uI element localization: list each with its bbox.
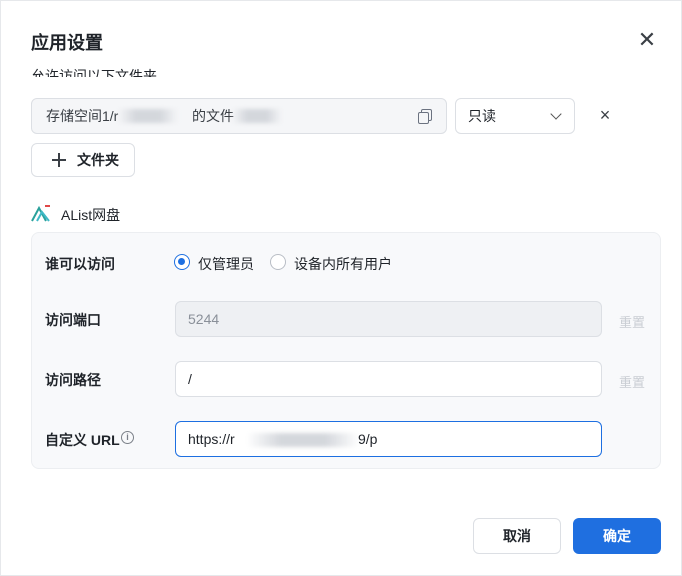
port-reset-button[interactable]: 重置 bbox=[619, 312, 645, 331]
copy-icon[interactable] bbox=[418, 109, 432, 124]
radio-all-users[interactable] bbox=[270, 254, 286, 270]
redacted-blur bbox=[232, 109, 282, 123]
url-value-suffix: 9/p bbox=[358, 431, 378, 447]
url-input[interactable]: https://r 9/p bbox=[175, 421, 602, 457]
path-reset-button[interactable]: 重置 bbox=[619, 372, 645, 391]
path-label: 访问路径 bbox=[45, 372, 101, 388]
plus-icon bbox=[52, 153, 66, 167]
port-input: 5244 bbox=[175, 301, 602, 337]
app-settings-dialog: 应用设置 ✕ 允许访问以下文件夹 存储空间1/r 的文件 只读 × 文件夹 AL… bbox=[0, 0, 682, 576]
cancel-button[interactable]: 取消 bbox=[473, 518, 561, 554]
ok-button[interactable]: 确定 bbox=[573, 518, 661, 554]
close-icon[interactable]: ✕ bbox=[635, 29, 659, 53]
folder-path-prefix: 存储空间1/r bbox=[46, 108, 119, 124]
url-label: 自定义 URL bbox=[45, 432, 120, 448]
alist-logo-icon bbox=[31, 205, 50, 222]
section-name: AList网盘 bbox=[61, 207, 121, 223]
permission-select[interactable]: 只读 bbox=[455, 98, 575, 134]
chevron-down-icon bbox=[550, 108, 562, 120]
folder-path-middle: 的文件 bbox=[192, 108, 234, 124]
port-label: 访问端口 bbox=[45, 312, 101, 328]
redacted-blur bbox=[118, 109, 178, 123]
info-icon[interactable]: i bbox=[121, 431, 134, 444]
permission-value: 只读 bbox=[468, 108, 496, 124]
folder-path-field: 存储空间1/r 的文件 bbox=[31, 98, 447, 134]
add-folder-button[interactable]: 文件夹 bbox=[31, 143, 135, 177]
url-value-prefix: https://r bbox=[188, 431, 235, 447]
add-folder-label: 文件夹 bbox=[77, 152, 119, 168]
radio-admin-only[interactable] bbox=[174, 254, 190, 270]
remove-folder-icon[interactable]: × bbox=[595, 105, 615, 125]
folder-section-label: 允许访问以下文件夹 bbox=[31, 68, 157, 77]
path-input[interactable]: / bbox=[175, 361, 602, 397]
radio-all-users-label: 设备内所有用户 bbox=[294, 256, 392, 272]
dialog-title: 应用设置 bbox=[31, 33, 103, 53]
radio-admin-only-label: 仅管理员 bbox=[198, 256, 254, 272]
alist-settings-panel: 谁可以访问 仅管理员 设备内所有用户 访问端口 5244 重置 访问路径 / 重… bbox=[31, 232, 661, 469]
redacted-blur bbox=[248, 433, 358, 447]
access-label: 谁可以访问 bbox=[45, 256, 115, 272]
